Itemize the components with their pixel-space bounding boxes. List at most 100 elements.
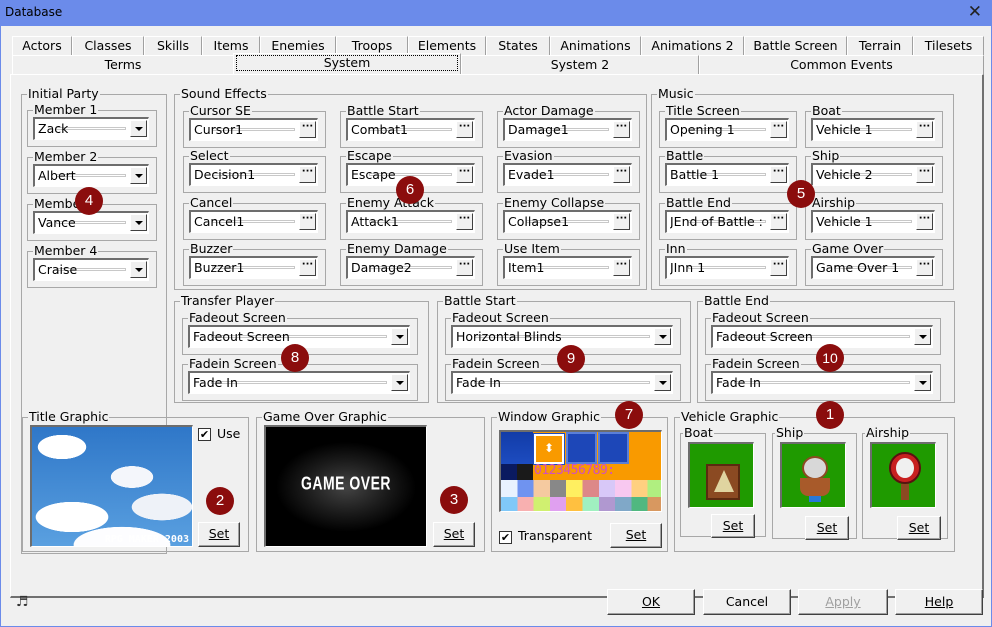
ok-label: OK <box>641 594 661 609</box>
tab-classes[interactable]: Classes <box>72 36 144 55</box>
se-enemy-attack-group: Enemy Attack Attack1 ··· <box>340 195 483 240</box>
member-4-group: Member 4 Craise <box>27 243 157 288</box>
tab-animations-2[interactable]: Animations 2 <box>641 36 744 55</box>
airship-set-button[interactable]: Set <box>897 516 941 540</box>
member-4-value: Craise <box>38 262 78 277</box>
ship-graphic-group: Ship Set <box>772 425 857 540</box>
browse-icon[interactable]: ··· <box>456 259 473 276</box>
browse-icon[interactable]: ··· <box>299 213 316 230</box>
chevron-down-icon[interactable] <box>130 167 147 184</box>
browse-icon[interactable]: ··· <box>770 259 787 276</box>
chevron-down-icon[interactable] <box>130 261 147 278</box>
member-4-select[interactable]: Craise <box>33 258 149 281</box>
apply-button[interactable]: Apply <box>798 589 888 615</box>
cancel-button[interactable]: Cancel <box>703 589 791 615</box>
browse-icon[interactable]: ··· <box>613 121 630 138</box>
battle-start-fadeout-select[interactable]: Horizontal Blinds <box>451 325 673 348</box>
music-field[interactable]: Battle 1 ··· <box>665 163 789 186</box>
music-field[interactable]: Vehicle 2 ··· <box>811 163 935 186</box>
se-field[interactable]: Buzzer1 ··· <box>189 256 318 279</box>
chevron-down-icon[interactable] <box>914 328 931 345</box>
chevron-down-icon[interactable] <box>391 328 408 345</box>
browse-icon[interactable]: ··· <box>456 121 473 138</box>
tab-terms[interactable]: Terms <box>12 55 234 74</box>
music-label: Game Over <box>811 241 885 256</box>
tab-actors[interactable]: Actors <box>12 36 72 55</box>
browse-icon[interactable]: ··· <box>916 259 933 276</box>
tab-animations[interactable]: Animations <box>550 36 641 55</box>
help-button[interactable]: Help <box>895 589 983 615</box>
chevron-down-icon[interactable] <box>391 374 408 391</box>
ok-button[interactable]: OK <box>607 589 695 615</box>
annotation-badge-4: 4 <box>75 187 103 215</box>
game-over-graphic-set-button[interactable]: Set <box>433 522 475 547</box>
se-field[interactable]: Cursor1 ··· <box>189 118 318 141</box>
browse-icon[interactable]: ··· <box>770 121 787 138</box>
title-graphic-set-button[interactable]: Set <box>198 522 240 547</box>
tab-system[interactable]: System <box>233 53 461 74</box>
tab-terrain[interactable]: Terrain <box>847 36 913 55</box>
browse-icon[interactable]: ··· <box>770 213 787 230</box>
music-field[interactable]: Opening 1 ··· <box>665 118 789 141</box>
transfer-fadein-select[interactable]: Fade In <box>188 371 410 394</box>
tab-states[interactable]: States <box>486 36 550 55</box>
music-field[interactable]: JInn 1 ··· <box>665 256 789 279</box>
annotation-badge-3: 3 <box>440 486 468 514</box>
browse-icon[interactable]: ··· <box>613 213 630 230</box>
se-label: Evasion <box>503 148 554 163</box>
se-field[interactable]: Combat1 ··· <box>346 118 475 141</box>
boat-set-button[interactable]: Set <box>711 514 755 538</box>
battle-end-fadein-select[interactable]: Fade In <box>711 371 933 394</box>
se-field[interactable]: Damage1 ··· <box>503 118 632 141</box>
chevron-down-icon[interactable] <box>654 328 671 345</box>
se-cancel-group: Cancel Cancel1 ··· <box>183 195 326 240</box>
browse-icon[interactable]: ··· <box>299 166 316 183</box>
chevron-down-icon[interactable] <box>654 374 671 391</box>
se-field[interactable]: Cancel1 ··· <box>189 210 318 233</box>
chevron-down-icon[interactable] <box>130 214 147 231</box>
se-value: Buzzer1 <box>194 260 245 275</box>
music-field[interactable]: Vehicle 1 ··· <box>811 210 935 233</box>
browse-icon[interactable]: ··· <box>916 121 933 138</box>
se-field[interactable]: Decision1 ··· <box>189 163 318 186</box>
close-icon[interactable]: ✕ <box>968 2 982 22</box>
browse-icon[interactable]: ··· <box>916 213 933 230</box>
browse-icon[interactable]: ··· <box>613 166 630 183</box>
tab-tilesets[interactable]: Tilesets <box>913 36 984 55</box>
se-field[interactable]: Collapse1 ··· <box>503 210 632 233</box>
se-field[interactable]: Item1 ··· <box>503 256 632 279</box>
tab-skills[interactable]: Skills <box>144 36 202 55</box>
battle-end-fadeout-select[interactable]: Fadeout Screen <box>711 325 933 348</box>
window-graphic-set-button[interactable]: Set <box>610 523 662 548</box>
browse-icon[interactable]: ··· <box>456 166 473 183</box>
browse-icon[interactable]: ··· <box>456 213 473 230</box>
ship-set-button[interactable]: Set <box>805 516 849 540</box>
tab-system-2[interactable]: System 2 <box>461 55 699 74</box>
se-field[interactable]: Damage2 ··· <box>346 256 475 279</box>
se-field[interactable]: Attack1 ··· <box>346 210 475 233</box>
se-field[interactable]: Evade1 ··· <box>503 163 632 186</box>
member-2-select[interactable]: Albert <box>33 164 149 187</box>
se-cursor-se-group: Cursor SE Cursor1 ··· <box>183 103 326 148</box>
browse-icon[interactable]: ··· <box>299 259 316 276</box>
battle-start-fadein-select[interactable]: Fade In <box>451 371 673 394</box>
tab-battle-screen[interactable]: Battle Screen <box>744 36 847 55</box>
chevron-down-icon[interactable] <box>130 120 147 137</box>
se-label: Actor Damage <box>503 103 595 118</box>
tab-common-events[interactable]: Common Events <box>699 55 984 74</box>
browse-icon[interactable]: ··· <box>299 121 316 138</box>
music-value: Battle 1 <box>670 167 720 182</box>
browse-icon[interactable]: ··· <box>613 259 630 276</box>
chevron-down-icon[interactable] <box>914 374 931 391</box>
title-graphic-use-checkbox[interactable]: ✔ <box>198 428 211 441</box>
annotation-badge-5: 5 <box>787 180 815 208</box>
music-title: Music <box>657 86 695 101</box>
transparent-checkbox[interactable]: ✔ <box>499 531 512 544</box>
member-1-select[interactable]: Zack <box>33 117 149 140</box>
browse-icon[interactable]: ··· <box>770 166 787 183</box>
music-field[interactable]: Vehicle 1 ··· <box>811 118 935 141</box>
music-field[interactable]: JEnd of Battle : ··· <box>665 210 789 233</box>
browse-icon[interactable]: ··· <box>916 166 933 183</box>
apply-label: Apply <box>825 594 861 609</box>
music-field[interactable]: Game Over 1 ··· <box>811 256 935 279</box>
